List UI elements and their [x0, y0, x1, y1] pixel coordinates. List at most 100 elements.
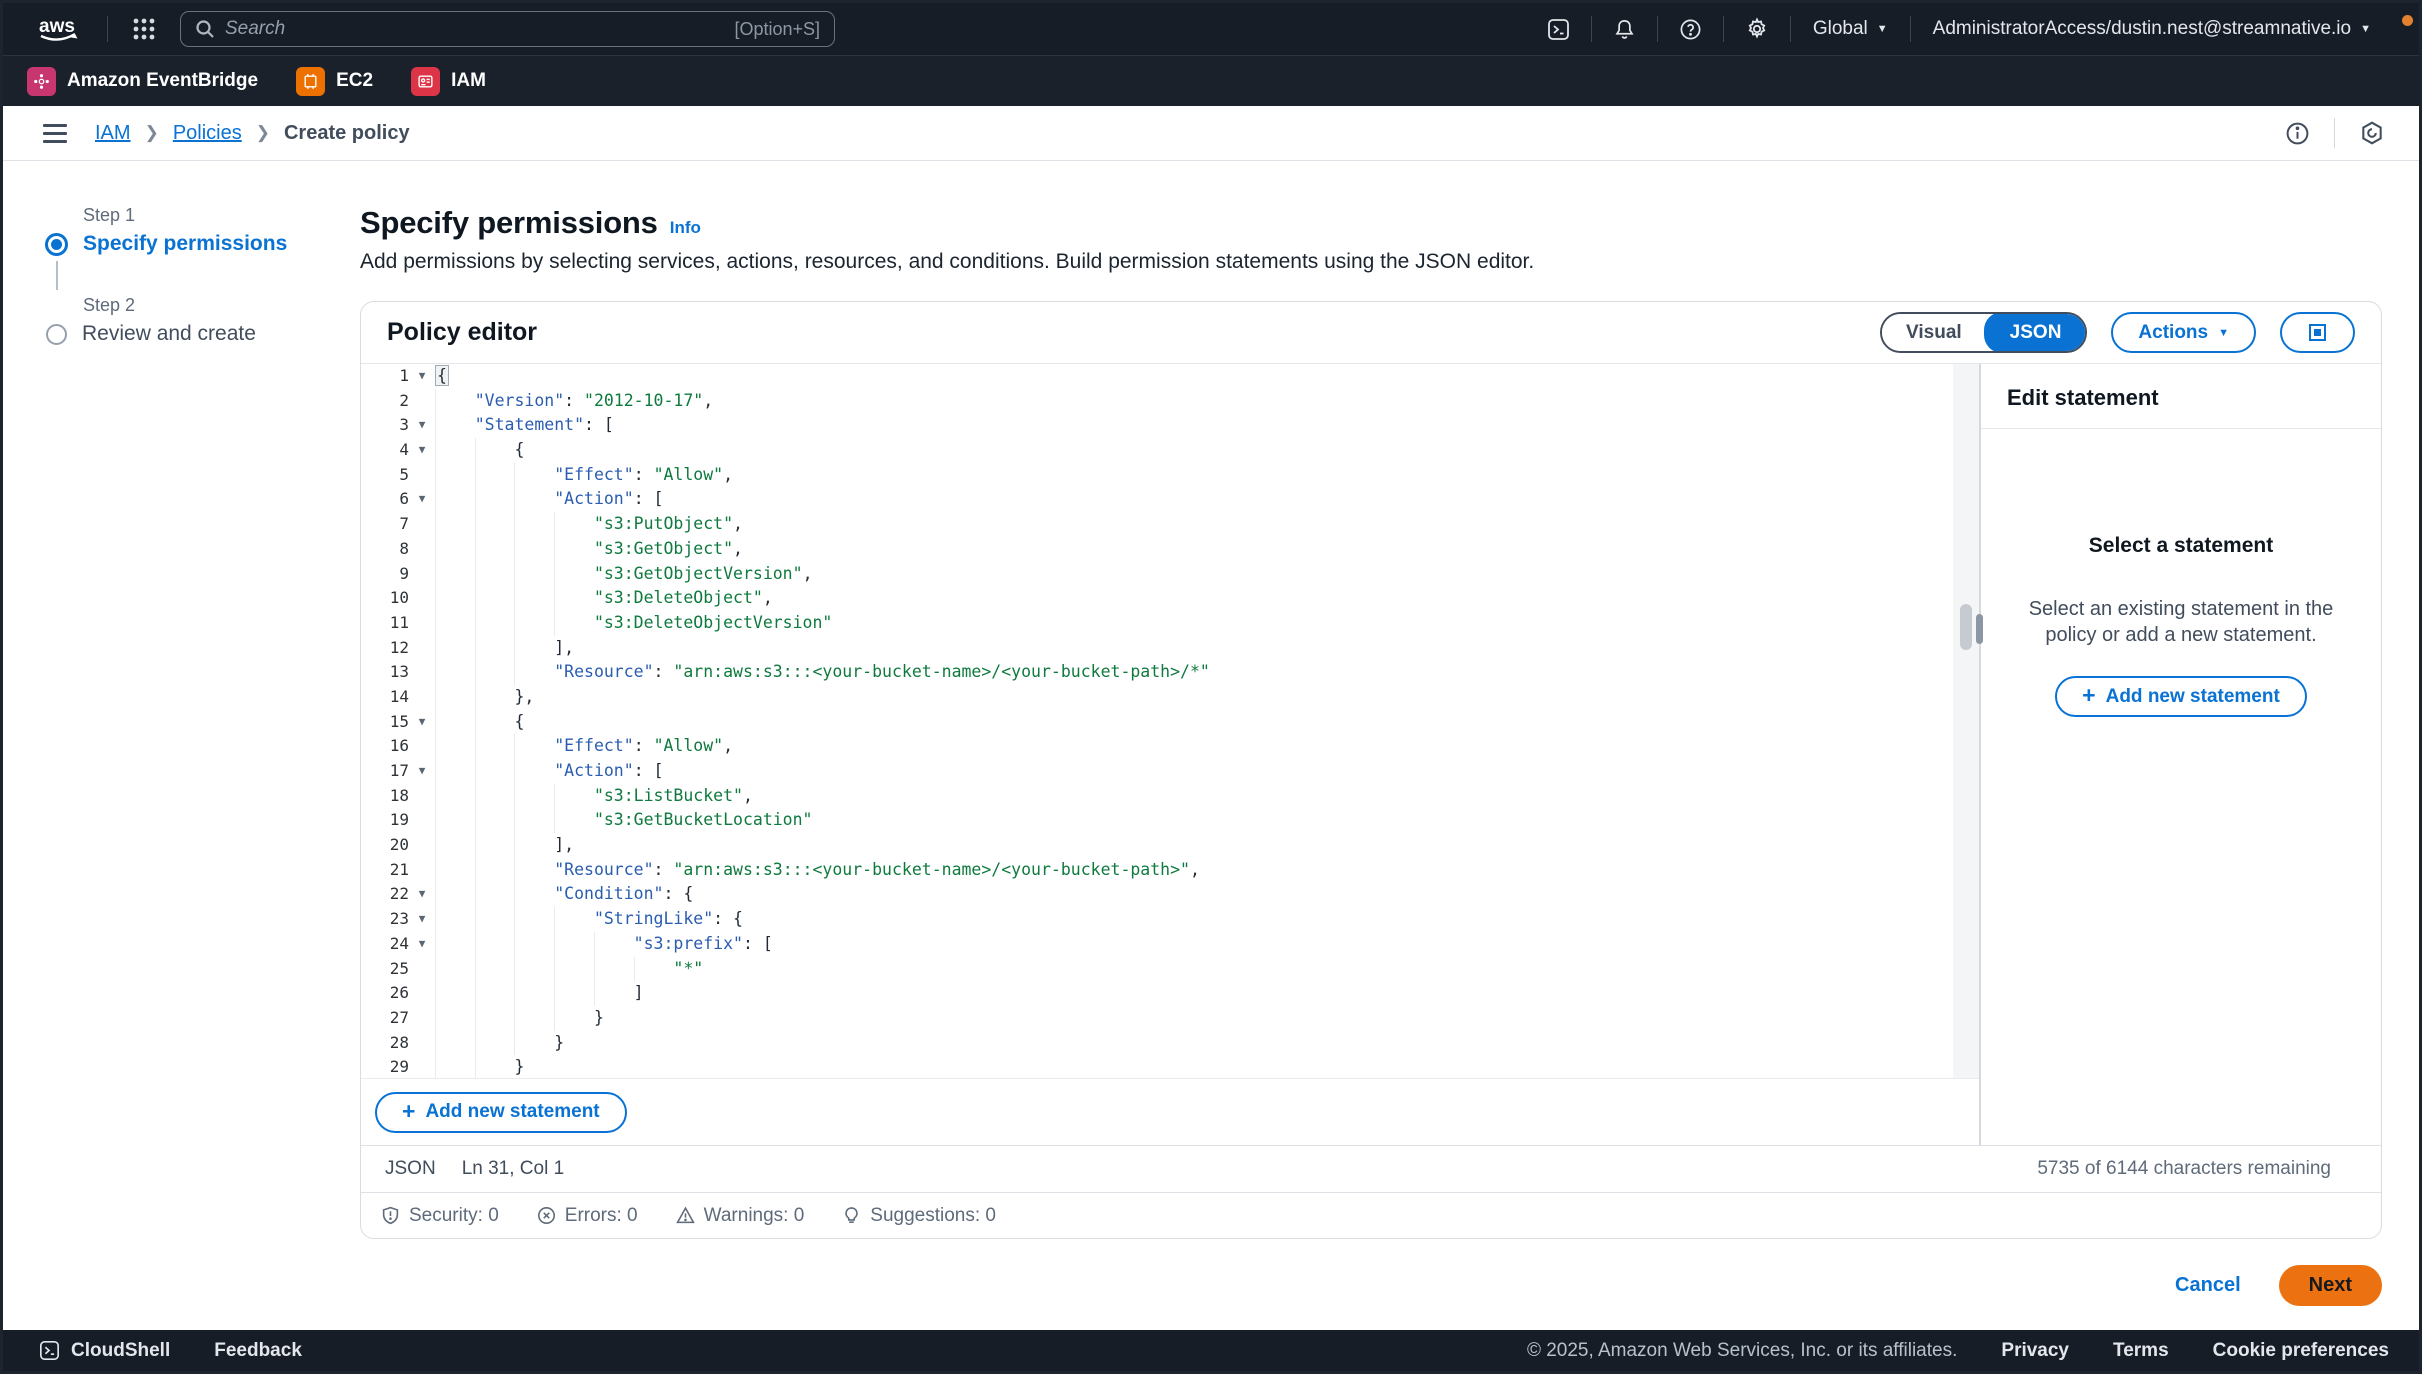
indent-guide [474, 438, 515, 463]
json-key: "Version" [474, 390, 565, 410]
code-text: "Statement": [ [435, 413, 614, 439]
add-new-statement-button-panel[interactable]: + Add new statement [2055, 676, 2307, 717]
code-fold-icon[interactable]: ▼ [409, 710, 435, 735]
region-label: Global [1812, 18, 1868, 39]
chevron-right-icon: ❯ [144, 123, 159, 142]
line-number: 19 [389, 810, 409, 830]
indent-guide [474, 857, 515, 883]
add-new-statement-button[interactable]: + Add new statement [375, 1091, 627, 1133]
indent-guide [514, 857, 554, 883]
code-fold-icon[interactable]: ▼ [409, 759, 435, 784]
indent-guide [554, 561, 594, 587]
indent-guide [474, 462, 515, 488]
wizard-steps-sidebar: Step 1 Specify permissions Step 2 Review an… [3, 205, 360, 1330]
favorite-service-ec2[interactable]: EC2 [296, 66, 373, 96]
json-code-editor[interactable]: 1 ▼{2 "Version": "2012-10-17", 3 ▼ "Statement… [361, 364, 1979, 1078]
step-radio-unselected[interactable] [46, 323, 67, 345]
json-key: "Resource" [554, 859, 654, 879]
json-key: "Action" [554, 489, 634, 509]
panel-resize-divider[interactable] [1976, 364, 1983, 1145]
code-fold-icon[interactable]: ▼ [409, 438, 435, 463]
copyright-text: © 2025, Amazon Web Services, Inc. or its… [1526, 1339, 1958, 1361]
aws-logo[interactable]: aws [37, 13, 85, 45]
json-punctuation: } [593, 1007, 604, 1027]
maximize-editor-button[interactable] [2280, 312, 2355, 353]
feedback-button[interactable]: Feedback [214, 1340, 302, 1362]
privacy-link[interactable]: Privacy [2001, 1340, 2069, 1362]
code-text: "Action": [ [435, 487, 664, 513]
code-fold-spacer [409, 808, 435, 833]
line-number: 20 [389, 835, 409, 855]
indent-guide [514, 981, 554, 1006]
visual-tab[interactable]: Visual [1882, 314, 1986, 351]
code-text: "s3:GetObjectVersion", [435, 561, 813, 587]
step-label[interactable]: Specify permissions [83, 232, 287, 256]
indent-guide [593, 981, 634, 1006]
indent-guide [474, 610, 515, 636]
step-radio-selected[interactable] [45, 232, 68, 256]
characters-remaining: 5735 of 6144 characters remaining [2037, 1158, 2331, 1179]
code-fold-icon[interactable]: ▼ [409, 907, 435, 932]
cancel-button[interactable]: Cancel [2175, 1274, 2241, 1297]
chevron-down-icon: ▼ [1876, 23, 1888, 35]
editor-scrollbar[interactable] [1953, 364, 1979, 1078]
cloudshell-footer-button[interactable]: CloudShell [39, 1340, 170, 1362]
wizard-step-1: Step 1 Specify permissions [45, 205, 360, 256]
apps-grid-icon[interactable] [132, 17, 156, 41]
code-fold-spacer [409, 1055, 435, 1078]
line-number: 13 [389, 662, 409, 682]
indent-guide [514, 734, 554, 759]
favorite-service-amazon-eventbridge[interactable]: Amazon EventBridge [27, 66, 258, 96]
info-link[interactable]: Info [670, 218, 701, 238]
region-selector[interactable]: Global ▼ [1791, 18, 1910, 40]
terms-link[interactable]: Terms [2113, 1340, 2169, 1362]
indent-guide [474, 931, 515, 957]
next-button[interactable]: Next [2278, 1265, 2382, 1306]
code-line-14: 14}, [361, 684, 1979, 710]
json-tab[interactable]: JSON [1983, 314, 2086, 351]
favorite-service-iam[interactable]: IAM [411, 66, 486, 96]
search-input[interactable]: Search [Option+S] [180, 11, 835, 47]
step-label[interactable]: Review and create [82, 322, 256, 346]
json-string: "s3:DeleteObject" [593, 588, 763, 608]
indent-guide [435, 660, 475, 685]
json-punctuation: : { [713, 909, 743, 929]
help-icon[interactable] [1658, 18, 1723, 41]
code-fold-spacer [409, 685, 435, 710]
indent-guide [435, 413, 475, 439]
code-fold-icon[interactable]: ▼ [409, 413, 435, 438]
json-punctuation: , [762, 588, 773, 608]
code-fold-icon[interactable]: ▼ [409, 882, 435, 907]
settings-hexagon-icon[interactable] [2355, 120, 2389, 146]
cookie-preferences-link[interactable]: Cookie preferences [2213, 1340, 2389, 1362]
step-connector-line [56, 261, 58, 290]
editor-mode-toggle: Visual JSON [1880, 312, 2088, 353]
notifications-bell-icon[interactable] [1592, 18, 1657, 41]
indent-guide [435, 833, 475, 858]
cloudshell-icon[interactable] [1526, 18, 1591, 41]
info-icon[interactable] [2281, 121, 2314, 146]
indent-guide [474, 907, 515, 932]
code-fold-icon[interactable]: ▼ [409, 364, 435, 389]
breadcrumb-item-iam[interactable]: IAM [95, 122, 131, 145]
code-line-17: 17 ▼ "Action": [ [361, 759, 1979, 784]
actions-dropdown-button[interactable]: Actions ▼ [2111, 312, 2256, 353]
code-text: "Resource": "arn:aws:s3:::<your-bucket-n… [435, 857, 1200, 883]
resize-grip[interactable] [1976, 614, 1983, 644]
editor-status-bar: JSON Ln 31, Col 1 5735 of 6144 character… [361, 1145, 2381, 1192]
code-fold-spacer [409, 636, 435, 661]
account-menu[interactable]: AdministratorAccess/dustin.nest@streamna… [1911, 18, 2393, 40]
settings-gear-icon[interactable] [1724, 17, 1790, 41]
check-suggestions: Suggestions: 0 [842, 1205, 996, 1227]
cloudshell-icon [40, 1341, 59, 1360]
json-punctuation: : [633, 736, 654, 756]
line-number: 18 [389, 785, 409, 805]
code-fold-icon[interactable]: ▼ [409, 487, 435, 512]
code-text: "s3:PutObject", [435, 512, 743, 537]
code-fold-icon[interactable]: ▼ [409, 932, 435, 957]
indent-guide [435, 734, 475, 759]
breadcrumb-item-policies[interactable]: Policies [173, 122, 242, 145]
indent-guide [474, 833, 515, 858]
line-number: 25 [389, 958, 409, 978]
side-menu-icon[interactable] [41, 120, 69, 147]
